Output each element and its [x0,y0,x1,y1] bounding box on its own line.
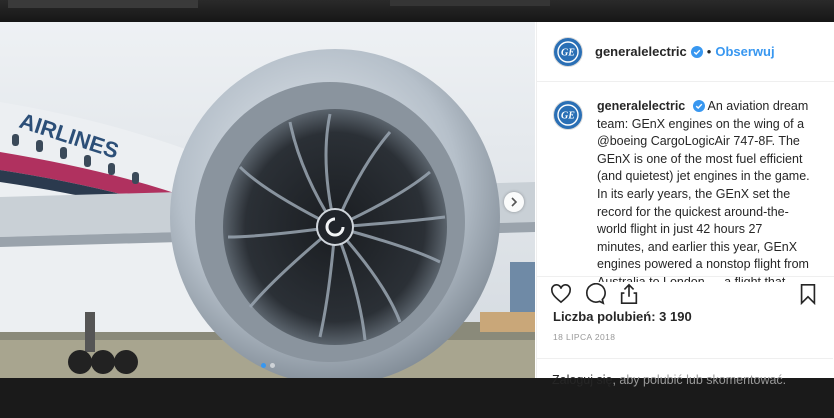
post-sidebar: GE generalelectric • Obserwuj GE general… [536,22,834,378]
svg-text:GE: GE [561,111,575,122]
background-feed [0,0,834,22]
post-header: GE generalelectric • Obserwuj [537,22,834,82]
share-button[interactable] [613,278,645,310]
carousel-indicator [0,363,535,368]
caption: generalelectric An aviation dream team: … [597,98,811,282]
caption-avatar[interactable]: GE [553,100,583,130]
comment-icon [586,283,606,305]
next-slide-button[interactable] [504,192,524,212]
carousel-dot [269,363,275,368]
like-button[interactable] [545,278,577,310]
ge-logo-icon: GE [557,104,579,126]
avatar[interactable]: GE [553,36,583,67]
post-image[interactable]: AIRLINES [0,22,535,378]
verified-badge-icon [692,100,705,112]
verified-badge-icon [690,45,703,58]
caption-text: An aviation dream team: GEnX engines on … [597,99,810,282]
engine-photo: AIRLINES [0,22,535,378]
username[interactable]: generalelectric [595,44,687,59]
bookmark-icon [800,284,816,305]
comment-button[interactable] [579,278,611,310]
likes-count[interactable]: Liczba polubień: 3 190 [553,309,692,324]
caption-section: GE generalelectric An aviation dream tea… [537,82,834,282]
heart-icon [551,284,571,304]
svg-text:GE: GE [561,47,575,58]
chevron-right-icon [511,197,518,207]
action-bar [537,276,834,311]
login-prompt: Zaloguj się, aby polubić lub skomentować… [536,358,833,418]
follow-button[interactable]: Obserwuj [715,44,774,59]
ge-logo-icon: GE [557,40,579,63]
separator: • [706,44,712,59]
post-modal: AIRLINES GE generalelectric • Obserwuj G… [0,22,834,378]
login-prompt-text: , aby polubić lub skomentować. [612,373,787,387]
caption-username[interactable]: generalelectric [597,99,685,113]
save-button[interactable] [792,278,824,310]
carousel-dot-active [260,363,266,368]
share-icon [620,283,638,304]
login-link[interactable]: Zaloguj się [552,373,612,387]
post-date: 18 LIPCA 2018 [553,332,616,342]
